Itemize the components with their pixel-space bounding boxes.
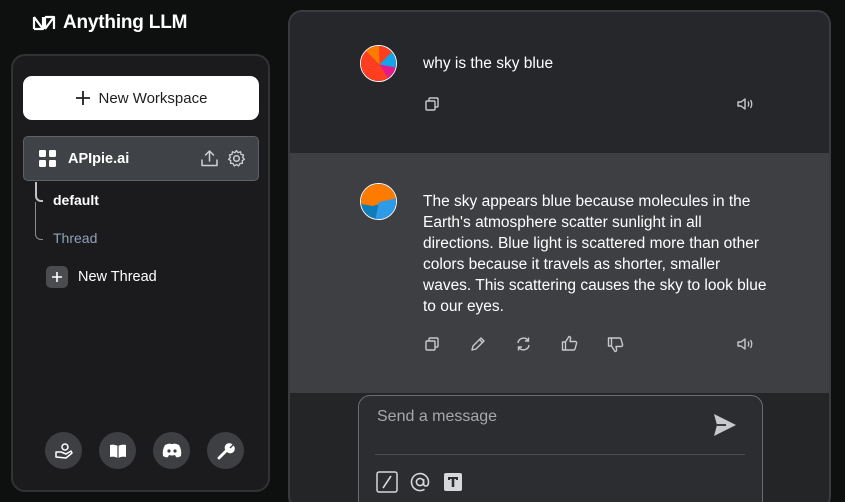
- user-message-text: why is the sky blue: [423, 55, 554, 72]
- new-thread-label: New Thread: [78, 269, 157, 285]
- thread-item-default[interactable]: default: [53, 192, 99, 208]
- community-hub-icon[interactable]: [45, 432, 82, 469]
- anythingllm-logo-icon: [32, 15, 56, 31]
- assistant-message: The sky appears blue because molecules i…: [290, 153, 829, 393]
- at-mention-icon[interactable]: [409, 471, 431, 493]
- edit-pencil-icon[interactable]: [470, 336, 486, 352]
- thumbs-up-icon[interactable]: [561, 335, 578, 351]
- plus-icon: [46, 266, 68, 288]
- workspace-item-apipie[interactable]: APIpie.ai: [23, 136, 259, 181]
- thread-tree-line: [35, 182, 43, 202]
- workspace-grid-icon: [39, 150, 56, 167]
- slash-command-icon[interactable]: [376, 471, 398, 493]
- text-size-icon[interactable]: [442, 471, 464, 493]
- settings-wrench-icon[interactable]: [207, 432, 244, 469]
- copy-icon[interactable]: [424, 336, 440, 352]
- thread-item-thread[interactable]: Thread: [53, 230, 97, 246]
- app-logo: Anything LLM: [32, 12, 187, 34]
- thumbs-down-icon[interactable]: [607, 337, 624, 353]
- workspace-name: APIpie.ai: [68, 150, 130, 167]
- chat-panel: why is the sky blue The sky appears blue…: [288, 10, 831, 502]
- upload-icon[interactable]: [200, 149, 219, 168]
- docs-book-icon[interactable]: [99, 432, 136, 469]
- copy-icon[interactable]: [424, 96, 440, 112]
- discord-icon[interactable]: [153, 432, 190, 469]
- speaker-icon[interactable]: [736, 336, 754, 352]
- new-workspace-button[interactable]: New Workspace: [23, 76, 259, 120]
- user-avatar: [360, 45, 397, 82]
- message-composer: [358, 395, 763, 502]
- sidebar-footer: [45, 432, 244, 469]
- new-workspace-label: New Workspace: [98, 89, 208, 107]
- user-message: why is the sky blue: [290, 12, 829, 153]
- app-title: Anything LLM: [63, 12, 188, 33]
- message-input[interactable]: [377, 406, 697, 428]
- thread-tree-line-2: [35, 202, 43, 240]
- sidebar: New Workspace APIpie.ai default Thread N…: [11, 54, 270, 492]
- send-icon[interactable]: [712, 412, 738, 443]
- speaker-icon[interactable]: [736, 96, 754, 112]
- assistant-message-text: The sky appears blue because molecules i…: [423, 193, 767, 315]
- new-thread-button[interactable]: New Thread: [46, 266, 157, 288]
- assistant-avatar: [360, 183, 397, 220]
- composer-divider: [375, 454, 745, 455]
- plus-icon: [75, 91, 90, 105]
- gear-icon[interactable]: [227, 149, 246, 168]
- composer-tools: [376, 471, 464, 493]
- regenerate-icon[interactable]: [515, 336, 532, 352]
